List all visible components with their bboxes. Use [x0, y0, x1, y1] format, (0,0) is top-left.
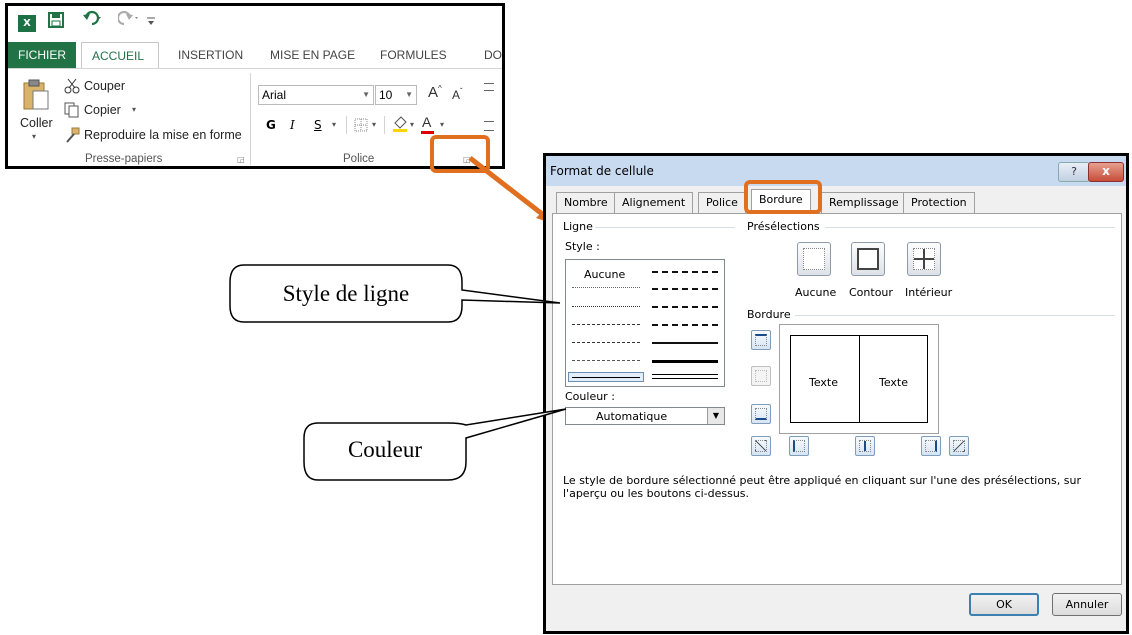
callout-line-style: Style de ligne	[282, 281, 410, 306]
callout-color: Couleur	[347, 437, 423, 462]
callout-shapes	[229, 264, 567, 481]
